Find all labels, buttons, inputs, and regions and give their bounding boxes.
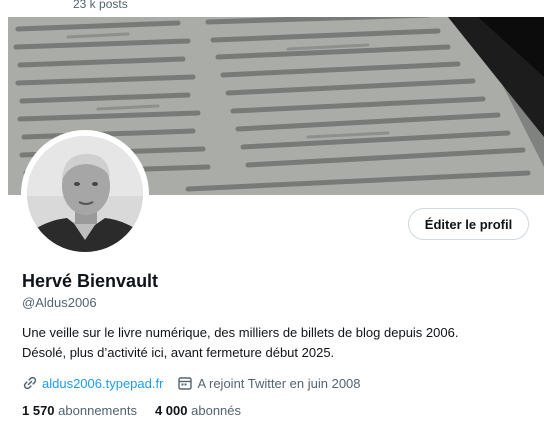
top-strip: 23 k posts: [0, 0, 551, 17]
followers-label: abonnés: [191, 403, 242, 418]
edit-profile-button[interactable]: Éditer le profil: [408, 208, 529, 240]
avatar-photo: [27, 136, 143, 252]
profile-meta: aldus2006.typepad.fr A rejoint Twitter e…: [22, 374, 361, 392]
followers-link[interactable]: 4 000 abonnés: [155, 403, 241, 418]
display-name: Hervé Bienvault: [22, 271, 159, 291]
bio-line: Une veille sur le livre numérique, des m…: [22, 325, 459, 340]
joined-date: A rejoint Twitter en juin 2008: [197, 375, 361, 391]
following-link[interactable]: 1 570 abonnements: [22, 403, 137, 418]
following-label: abonnements: [58, 403, 137, 418]
calendar-icon: [177, 375, 193, 391]
followers-count: 4 000: [154, 403, 188, 418]
bio-line: Désolé, plus d’activité ici, avant ferme…: [22, 345, 335, 360]
profile-bio: Une veille sur le livre numérique, des m…: [22, 323, 532, 363]
following-count: 1 570: [22, 403, 55, 418]
user-handle: @Aldus2006: [22, 295, 97, 310]
link-icon: [22, 375, 38, 391]
posts-count: 23 k posts: [73, 0, 128, 11]
avatar[interactable]: [27, 136, 143, 252]
website-link[interactable]: aldus2006.typepad.fr: [42, 376, 163, 391]
follow-stats: 1 570 abonnements 4 000 abonnés: [22, 403, 241, 418]
